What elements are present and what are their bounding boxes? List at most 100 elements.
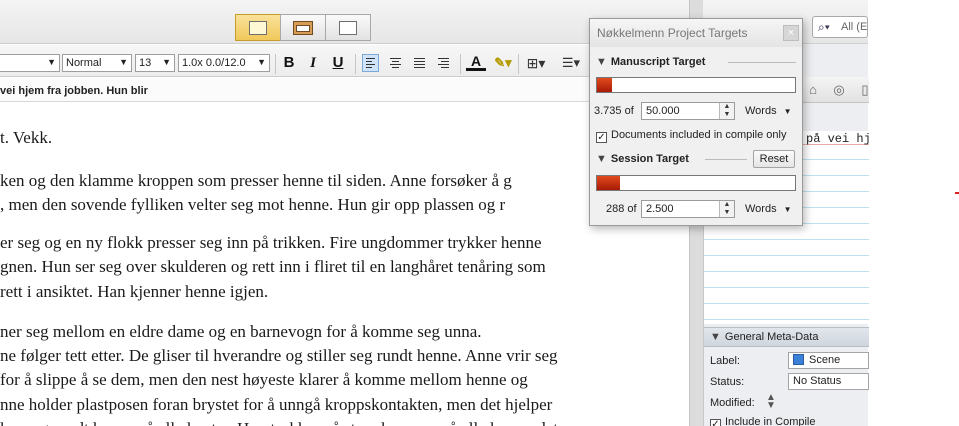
project-targets-panel: Nøkkelmenn Project Targets × ▼ Manuscript… — [589, 18, 803, 226]
ruled-line — [704, 287, 869, 288]
ruled-line — [704, 271, 869, 272]
ruled-line — [704, 303, 869, 304]
panel-title: Nøkkelmenn Project Targets — [590, 19, 802, 47]
notes-text: på vei hj — [806, 132, 871, 146]
manuscript-word-count: 3.735 of — [594, 105, 634, 117]
stepper-icon[interactable]: ▲ ▼ — [719, 103, 734, 119]
corkboard-view-button[interactable] — [280, 14, 326, 41]
label-field-label: Label: — [710, 355, 740, 367]
highlighter-icon: ✎▾ — [494, 55, 512, 70]
ruled-line — [704, 239, 869, 240]
toolbar-divider — [355, 54, 356, 74]
outliner-view-button[interactable] — [325, 14, 371, 41]
bullet-list-icon: ☰▾ — [561, 55, 581, 70]
outliner-icon — [339, 20, 357, 35]
align-center-button[interactable] — [387, 54, 404, 72]
text-color-icon: A — [470, 53, 482, 69]
table-button[interactable]: ⊞▾ — [523, 53, 549, 73]
bold-button[interactable]: B — [280, 53, 298, 73]
modified-field-label: Modified: — [710, 397, 755, 409]
disclosure-triangle-icon: ▼ — [596, 153, 607, 165]
chevron-down-icon: ▼ — [162, 57, 171, 67]
disclosure-triangle-icon: ▼ — [710, 331, 721, 343]
text-line: for å slippe å se dem, men den nest høye… — [0, 370, 528, 389]
compile-only-checkbox[interactable]: ✓ Documents included in compile only — [596, 129, 786, 143]
scrivener-window: { "toolbar": { "view_modes": ["scrivenin… — [0, 0, 959, 426]
highlight-button[interactable]: ✎▾ — [492, 53, 514, 73]
session-target-header[interactable]: ▼ Session Target — [596, 153, 689, 165]
text-line: ner seg mellom en eldre dame og en barne… — [0, 322, 482, 341]
snapshot-icon[interactable]: ◎ — [830, 81, 848, 99]
manuscript-unit-select[interactable]: Words ▼ — [745, 105, 792, 117]
font-size-select[interactable]: 13 ▼ — [135, 54, 175, 72]
chevron-down-icon: ▼ — [783, 107, 792, 116]
label-color-chip — [793, 354, 804, 365]
checkbox-checked-icon: ✓ — [596, 132, 607, 143]
manuscript-target-input[interactable]: 50.000 ▲ ▼ — [641, 102, 735, 120]
manuscript-target-header[interactable]: ▼ Manuscript Target — [596, 56, 705, 68]
search-input[interactable]: ⌕▾ All (E — [812, 16, 868, 38]
label-select[interactable]: Scene — [788, 352, 869, 369]
comments-icon[interactable]: ▯ — [856, 81, 874, 99]
underline-button[interactable]: U — [329, 53, 347, 73]
list-button[interactable]: ☰▾ — [558, 53, 584, 73]
align-right-button[interactable] — [435, 54, 452, 72]
chevron-down-icon: ▼ — [783, 205, 792, 214]
editor-header: vei hjem fra jobben. Hun blir — [0, 78, 690, 102]
text-line: ken og den klamme kroppen som presser he… — [0, 171, 512, 190]
italic-button[interactable]: I — [304, 53, 322, 73]
text-line: ne følger tett etter. De gliser til hver… — [0, 346, 558, 365]
meta-data-header[interactable]: ▼ General Meta-Data — [704, 327, 869, 347]
search-scope-label: All (E — [841, 21, 868, 33]
view-mode-group — [235, 14, 371, 41]
status-field-label: Status: — [710, 376, 745, 388]
scrivenings-view-button[interactable] — [235, 14, 281, 41]
ruled-line — [704, 319, 869, 320]
text-color-button[interactable]: A — [466, 53, 486, 71]
text-line: er seg og en ny flokk presser seg inn på… — [0, 233, 542, 252]
chevron-down-icon: ▼ — [47, 57, 56, 67]
sort-arrows-icon[interactable]: ▲ ▼ — [766, 393, 776, 411]
text-line: ker seg rundt henne på alle kanter. Hun … — [0, 416, 558, 426]
manuscript-progress-fill — [597, 78, 612, 92]
session-word-count: 288 of — [606, 203, 637, 215]
close-button[interactable]: × — [783, 25, 799, 41]
font-family-select[interactable]: ▼ — [0, 54, 60, 72]
session-progress-fill — [597, 176, 620, 190]
disclosure-triangle-icon: ▼ — [596, 56, 607, 68]
checkbox-checked-icon: ✓ — [710, 419, 721, 426]
search-icon: ⌕▾ — [818, 20, 830, 34]
text-line: , men den sovende fylliken velter seg mo… — [0, 195, 506, 214]
text-line: nne holder plastposen foran brystet for … — [0, 395, 553, 414]
scrivenings-icon — [249, 20, 267, 35]
align-left-button[interactable] — [362, 54, 379, 72]
toolbar-divider — [460, 54, 461, 74]
close-icon: × — [787, 27, 795, 39]
ruled-line — [704, 255, 869, 256]
session-unit-select[interactable]: Words ▼ — [745, 203, 792, 215]
text-line: rett i ansiktet. Han kjenner henne igjen… — [0, 282, 269, 301]
tag-icon[interactable]: ⌂ — [804, 81, 822, 99]
session-target-input[interactable]: 2.500 ▲ ▼ — [641, 200, 735, 218]
text-line: gnen. Hun ser seg over skulderen og rett… — [0, 257, 546, 276]
style-select[interactable]: Normal ▼ — [62, 54, 132, 72]
table-icon: ⊞▾ — [526, 55, 546, 71]
toolbar-divider — [275, 54, 276, 74]
text-line: t. Vekk. — [0, 128, 53, 147]
format-bar: ▼ Normal ▼ 13 ▼ 1.0x 0.0/12.0 ▼ B I U A ✎▾ … — [0, 45, 690, 77]
manuscript-progress-bar — [596, 77, 796, 93]
section-divider — [705, 159, 747, 160]
status-select[interactable]: No Status — [788, 373, 869, 390]
toolbar-divider — [518, 54, 519, 74]
include-in-compile-checkbox[interactable]: ✓ Include in Compile — [710, 416, 816, 426]
session-progress-bar — [596, 175, 796, 191]
stepper-icon[interactable]: ▲ ▼ — [719, 201, 734, 217]
reset-button[interactable]: Reset — [753, 150, 795, 168]
red-marker — [955, 192, 959, 194]
line-spacing-select[interactable]: 1.0x 0.0/12.0 ▼ — [178, 54, 270, 72]
editor-text-area[interactable]: t. Vekk. ken og den klamme kroppen som p… — [0, 103, 689, 426]
align-justify-button[interactable] — [411, 54, 428, 72]
chevron-down-icon: ▼ — [119, 57, 128, 67]
chevron-down-icon: ▼ — [257, 57, 266, 67]
section-divider — [728, 62, 796, 63]
